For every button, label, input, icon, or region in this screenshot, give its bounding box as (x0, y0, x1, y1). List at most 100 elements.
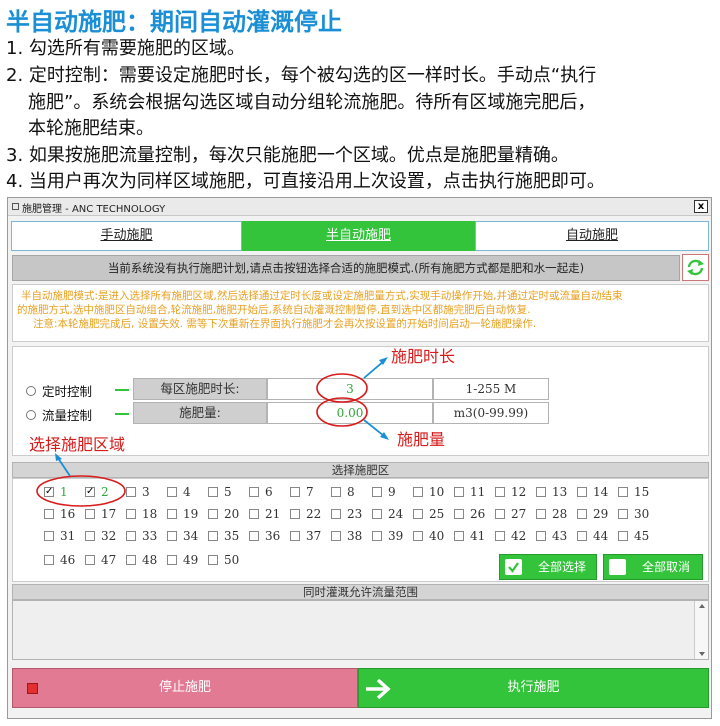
checkbox-box[interactable] (167, 531, 177, 541)
checkbox-box[interactable] (126, 509, 136, 519)
amount-annotation: 施肥量 (397, 430, 446, 449)
description-line-3: 注意:本轮施肥完成后, 设置失效. 需等下次重新在界面执行施肥才会再次按设置的开… (33, 318, 537, 330)
checkbox-box[interactable] (577, 531, 587, 541)
checkbox-box[interactable] (85, 509, 95, 519)
duration-annotation: 施肥时长 (391, 347, 456, 366)
checkbox-box[interactable] (208, 487, 218, 497)
checkbox-box[interactable] (290, 531, 300, 541)
page-heading: 半自动施肥：期间自动灌溉停止 (6, 7, 342, 36)
flow-range-scrollbar[interactable] (694, 601, 708, 659)
checkbox-box[interactable] (618, 509, 628, 519)
checkbox-box[interactable] (249, 531, 259, 541)
checkbox-box[interactable] (454, 509, 464, 519)
checkbox-box[interactable] (577, 509, 587, 519)
checkbox-box[interactable] (331, 487, 341, 497)
checkbox-box[interactable] (126, 531, 136, 541)
checkbox-box[interactable]: ✓ (85, 487, 95, 497)
zone-number: 47 (101, 553, 117, 567)
duration-input[interactable]: 3 (267, 378, 433, 400)
checkbox-box[interactable] (372, 509, 382, 519)
checkbox-box[interactable] (413, 509, 423, 519)
run-fertilize-button[interactable]: 执行施肥 (358, 668, 709, 708)
refresh-icon (687, 259, 704, 276)
flow-control-radio[interactable] (26, 410, 36, 420)
checkbox-box[interactable] (372, 487, 382, 497)
run-fertilize-label: 执行施肥 (507, 680, 560, 695)
zone-number: 41 (470, 529, 486, 543)
window-title: 施肥管理 - ANC TECHNOLOGY (22, 204, 166, 215)
checkbox-box[interactable] (249, 509, 259, 519)
checkbox-box[interactable] (372, 531, 382, 541)
zone-number: 33 (142, 529, 158, 543)
deselect-all-button[interactable]: 全部取消 (603, 554, 703, 580)
checkbox-box[interactable] (126, 555, 136, 565)
zone-number: 27 (511, 507, 527, 521)
checkbox-box[interactable] (208, 509, 218, 519)
checkbox-box[interactable] (331, 509, 341, 519)
description-line-1: 半自动施肥模式:是进入选择所有施肥区域,然后选择通过定时长度或设定施肥量方式,实… (21, 290, 623, 302)
tab-semi-auto[interactable]: 半自动施肥 (242, 221, 475, 251)
zone-number: 18 (142, 507, 158, 521)
tab-manual[interactable]: 手动施肥 (11, 221, 242, 251)
timed-control-radio[interactable] (26, 386, 36, 396)
checkbox-box[interactable] (618, 487, 628, 497)
checkbox-box[interactable] (495, 509, 505, 519)
flow-range-header: 同时灌溉允许流量范围 (12, 584, 709, 600)
zone-section-header: 选择施肥区 (12, 462, 709, 478)
zone-number: 38 (347, 529, 363, 543)
checkbox-box[interactable] (413, 531, 423, 541)
tab-auto[interactable]: 自动施肥 (475, 221, 709, 251)
checkbox-box[interactable] (495, 531, 505, 541)
zone-number: 32 (101, 529, 117, 543)
checkbox-box[interactable] (208, 531, 218, 541)
zone-number: 15 (634, 485, 650, 499)
checkbox-box[interactable] (495, 487, 505, 497)
refresh-button[interactable] (682, 254, 709, 281)
checkbox-box[interactable] (44, 509, 54, 519)
checkbox-box[interactable] (85, 555, 95, 565)
close-button[interactable]: x (694, 200, 708, 213)
select-all-button[interactable]: 全部选择 (499, 554, 597, 580)
zone-number: 3 (142, 485, 150, 499)
checkbox-box[interactable] (536, 509, 546, 519)
flow-range-list (12, 600, 709, 660)
instruction-step-1: 1. 勾选所有需要施肥的区域。 (6, 38, 245, 59)
checkbox-box[interactable] (249, 487, 259, 497)
zone-number: 24 (388, 507, 404, 521)
checkbox-box[interactable] (167, 509, 177, 519)
zone-number: 29 (593, 507, 609, 521)
description-line-2: 的施肥方式,选中施肥区自动组合,轮流施肥,施肥开始后,系统自动灌溉控制暂停,直到… (17, 304, 531, 316)
checkbox-box[interactable] (454, 487, 464, 497)
zone-number: 8 (347, 485, 355, 499)
window-titlebar: 施肥管理 - ANC TECHNOLOGY x (8, 198, 711, 216)
checkbox-box[interactable]: ✓ (44, 487, 54, 497)
amount-input[interactable]: 0.00 (267, 402, 433, 424)
checkbox-box[interactable] (618, 531, 628, 541)
stop-fertilize-label: 停止施肥 (158, 680, 211, 695)
timed-control-label: 定时控制 (42, 384, 93, 399)
checkbox-box[interactable] (331, 531, 341, 541)
checkbox-box[interactable] (44, 555, 54, 565)
checkbox-box[interactable] (290, 487, 300, 497)
checkbox-box[interactable] (413, 487, 423, 497)
zone-number: 39 (388, 529, 404, 543)
checkbox-box[interactable] (44, 531, 54, 541)
checkbox-box[interactable] (208, 555, 218, 565)
checkbox-box[interactable] (126, 487, 136, 497)
zone-number: 9 (388, 485, 396, 499)
checkbox-box[interactable] (167, 487, 177, 497)
stop-icon (27, 683, 38, 694)
checkbox-box[interactable] (536, 487, 546, 497)
zone-number: 28 (552, 507, 568, 521)
instruction-step-2-end: 本轮施肥结束。 (28, 118, 154, 139)
checkbox-box[interactable] (454, 531, 464, 541)
stop-fertilize-button[interactable]: 停止施肥 (12, 668, 358, 708)
select-all-label: 全部选择 (538, 560, 587, 574)
checkbox-box[interactable] (167, 555, 177, 565)
checkbox-box[interactable] (290, 509, 300, 519)
checkbox-box[interactable] (536, 531, 546, 541)
flow-control-label: 流量控制 (42, 408, 93, 423)
checkbox-box[interactable] (85, 531, 95, 541)
checkbox-box[interactable] (577, 487, 587, 497)
zone-number: 37 (306, 529, 322, 543)
